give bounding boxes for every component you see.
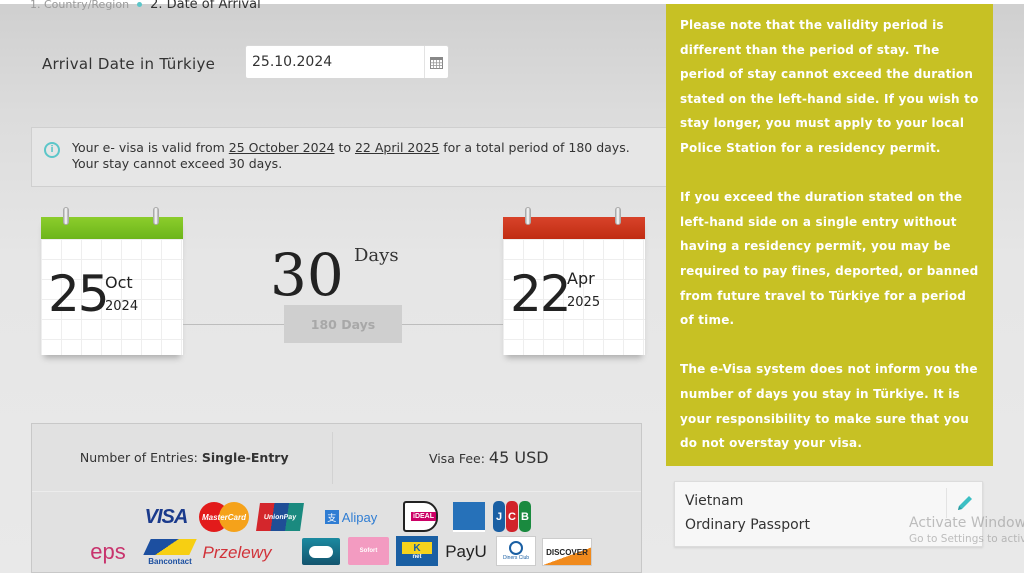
calendar-picker-button[interactable] [424,46,448,78]
validity-info-alert: i Your e- visa is valid from 25 October … [31,127,670,187]
cb-logo-icon [302,538,340,565]
arrival-date-label: Arrival Date in Türkiye [42,55,216,73]
entries-info: Number of Entries: Single-Entry [32,450,337,465]
breadcrumb-step-arrival: 2. Date of Arrival [150,0,261,12]
watermark-subtitle: Go to Settings to activate Windows. [909,533,1024,545]
breadcrumb: 1. Country/Region 2. Date of Arrival [30,0,261,12]
bancontact-logo-icon: Bancontact [143,536,197,568]
end-day: 22 [510,265,572,323]
start-day: 25 [48,265,110,323]
knet-logo-icon: K net [396,536,438,566]
passport-type: Ordinary Passport [685,517,810,533]
diners-club-logo-icon: Diners Club [496,536,536,566]
fee-divider [332,432,333,484]
edit-passport-button[interactable] [946,488,982,518]
jcb-logo-icon: J C B [493,501,531,532]
info-icon: i [44,142,60,158]
calendar-ring-icon [525,207,531,225]
alert-middle: to [334,140,355,155]
arrival-date-input[interactable] [246,46,424,78]
przelewy-logo-icon: Przelewy [202,543,272,562]
end-date-calendar: 22 Apr 2025 [503,207,645,355]
end-year: 2025 [567,295,601,310]
fee-value: 45 USD [488,448,549,467]
validity-info-text: Your e- visa is valid from 25 October 20… [72,140,657,172]
fee-summary-row: Number of Entries: Single-Entry Visa Fee… [32,424,641,492]
alert-prefix: Your e- visa is valid from [72,140,229,155]
unionpay-logo-icon: UnionPay [256,503,304,531]
watermark-title: Activate Windows [909,515,1024,531]
notice-paragraph: The e-Visa system does not inform you th… [680,362,978,451]
start-date-calendar: 25 Oct 2024 [41,207,183,355]
validity-period-badge: 180 Days [284,305,402,343]
ideal-logo-icon: iDEAL [403,501,438,532]
notice-paragraph: Please note that the validity period is … [680,18,979,155]
arrival-date-field[interactable] [245,45,449,79]
timeline-line-right [402,324,503,325]
alert-end-date: 22 April 2025 [354,140,440,155]
payu-logo-icon: PayU [445,542,487,561]
notice-paragraph: If you exceed the duration stated on the… [680,190,979,328]
jcb-j: J [493,501,505,532]
start-year: 2024 [105,299,139,314]
windows-activation-watermark: Activate Windows Go to Settings to activ… [909,515,1024,545]
discover-logo-icon: DISCOVER [542,538,592,566]
calendar-ring-icon [63,207,69,225]
active-step-dot-icon [137,2,143,7]
diners-label: Diners Club [502,555,530,561]
end-month: Apr [567,269,595,288]
amex-logo-icon [453,502,485,532]
start-month: Oct [105,273,133,292]
knet-label: net [412,554,422,560]
eps-logo-icon: eps [90,539,126,564]
entries-label: Number of Entries: [79,450,202,465]
calendar-ring-icon [615,207,621,225]
alert-start-date: 25 October 2024 [228,140,335,155]
fee-label: Visa Fee: [428,451,489,466]
calendar-icon [430,56,443,69]
stay-notice-panel: Please note that the validity period is … [666,4,993,466]
alipay-logo-icon: 支 Alipay [320,507,382,527]
breadcrumb-step-country[interactable]: 1. Country/Region [30,0,129,11]
mastercard-label: MasterCard [201,512,246,522]
jcb-b: B [519,501,531,532]
fee-info: Visa Fee: 45 USD [337,448,642,467]
max-stay-number: 30 [270,241,344,309]
passport-country: Vietnam [685,493,744,509]
pencil-icon [957,496,972,510]
max-stay-unit: Days [354,245,399,266]
bancontact-label: Bancontact [148,556,192,566]
entries-value: Single-Entry [201,450,289,465]
alipay-label: Alipay [341,509,378,525]
ideal-label: iDEAL [411,512,436,521]
timeline-line-left [183,324,284,325]
visa-logo-icon: VISA [144,505,189,528]
calendar-ring-icon [153,207,159,225]
jcb-c: C [506,501,518,532]
knet-k: K [402,542,432,554]
mastercard-logo-icon: MasterCard [199,502,249,532]
sofort-logo-icon: Sofort [348,537,389,565]
